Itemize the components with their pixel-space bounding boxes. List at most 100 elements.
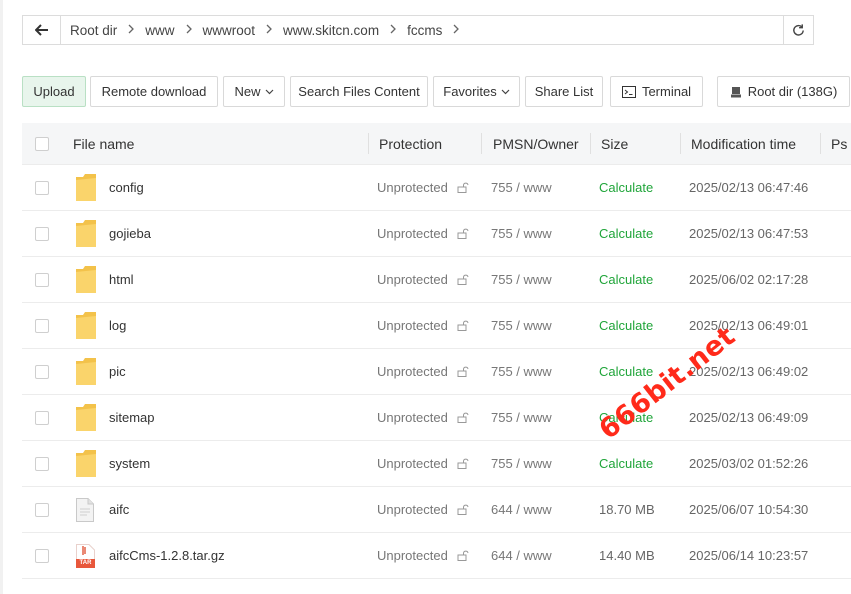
protection-status[interactable]: Unprotected (377, 180, 448, 195)
share-list-button[interactable]: Share List (525, 76, 603, 107)
permission-owner[interactable]: 755 / www (491, 410, 552, 425)
modification-time: 2025/02/13 06:49:01 (689, 318, 809, 333)
remote-download-label: Remote download (101, 84, 207, 99)
row-checkbox[interactable] (35, 318, 49, 333)
column-protection[interactable]: Protection (379, 123, 442, 164)
file-name-link[interactable]: log (109, 318, 126, 333)
column-file-name[interactable]: File name (73, 123, 134, 164)
permission-owner[interactable]: 644 / www (491, 548, 552, 563)
search-files-content-button[interactable]: Search Files Content (290, 76, 428, 107)
file-name-link[interactable]: html (109, 272, 134, 287)
file-size: 18.70 MB (599, 502, 655, 517)
protection-status[interactable]: Unprotected (377, 318, 448, 333)
row-checkbox[interactable] (35, 410, 49, 425)
file-name-link[interactable]: aifcCms-1.2.8.tar.gz (109, 548, 225, 563)
breadcrumb-item[interactable]: Root dir (67, 23, 120, 38)
terminal-icon (621, 85, 636, 98)
file-size[interactable]: Calculate (599, 226, 653, 241)
file-size[interactable]: Calculate (599, 272, 653, 287)
permission-owner[interactable]: 755 / www (491, 226, 552, 241)
file-size[interactable]: Calculate (599, 456, 653, 471)
row-checkbox[interactable] (35, 502, 49, 517)
permission-owner[interactable]: 755 / www (491, 318, 552, 333)
protection-status[interactable]: Unprotected (377, 502, 448, 517)
permission-owner[interactable]: 755 / www (491, 272, 552, 287)
remote-download-button[interactable]: Remote download (90, 76, 218, 107)
table-row[interactable]: system Unprotected 755 / www Calculate 2025/… (22, 441, 851, 487)
table-header: File name Protection PMSN/Owner Size Mod… (22, 123, 851, 165)
file-name-link[interactable]: pic (109, 364, 126, 379)
permission-owner[interactable]: 755 / www (491, 364, 552, 379)
row-checkbox[interactable] (35, 364, 49, 379)
permission-owner[interactable]: 644 / www (491, 502, 552, 517)
unlock-icon[interactable] (457, 366, 469, 377)
new-dropdown-button[interactable]: New (223, 76, 285, 107)
file-size: 14.40 MB (599, 548, 655, 563)
breadcrumb-item[interactable]: fccms (404, 23, 445, 38)
unlock-icon[interactable] (457, 412, 469, 423)
column-modification-time[interactable]: Modification time (691, 123, 796, 164)
file-name-link[interactable]: config (109, 180, 144, 195)
table-row[interactable]: aifc Unprotected 644 / www 18.70 MB 2025/06/… (22, 487, 851, 533)
breadcrumb-item[interactable]: wwwroot (200, 23, 259, 38)
unlock-icon[interactable] (457, 504, 469, 515)
breadcrumb-item[interactable]: www (142, 23, 177, 38)
folder-icon (76, 404, 96, 431)
unlock-icon[interactable] (457, 458, 469, 469)
file-size[interactable]: Calculate (599, 180, 653, 195)
column-owner-label: PMSN/Owner (493, 135, 579, 152)
root-dir-button[interactable]: Root dir (138G) (717, 76, 850, 107)
file-name-link[interactable]: sitemap (109, 410, 155, 425)
column-divider (590, 133, 591, 154)
table-row[interactable]: config Unprotected 755 / www Calculate 2025/… (22, 165, 851, 211)
table-row[interactable]: TAR aifcCms-1.2.8.tar.gz Unprotected 644 / … (22, 533, 851, 579)
column-size[interactable]: Size (601, 123, 628, 164)
column-owner[interactable]: PMSN/Owner (493, 123, 579, 164)
file-name-link[interactable]: aifc (109, 502, 129, 517)
table-row[interactable]: html Unprotected 755 / www Calculate 2025/06… (22, 257, 851, 303)
file-name-link[interactable]: system (109, 456, 150, 471)
row-checkbox[interactable] (35, 548, 49, 563)
refresh-icon (793, 23, 804, 36)
table-row[interactable]: sitemap Unprotected 755 / www Calculate 2025… (22, 395, 851, 441)
permission-owner[interactable]: 755 / www (491, 456, 552, 471)
unlock-icon[interactable] (457, 550, 469, 561)
folder-icon (76, 220, 96, 247)
protection-status[interactable]: Unprotected (377, 410, 448, 425)
breadcrumb-item[interactable]: www.skitcn.com (280, 23, 382, 38)
protection-status[interactable]: Unprotected (377, 364, 448, 379)
protection-status[interactable]: Unprotected (377, 272, 448, 287)
table-row[interactable]: pic Unprotected 755 / www Calculate 2025/02/… (22, 349, 851, 395)
column-ps-label: Ps (831, 135, 848, 152)
column-divider (680, 133, 681, 154)
refresh-button[interactable] (783, 16, 813, 44)
column-ps[interactable]: Ps (831, 123, 847, 164)
table-row[interactable]: log Unprotected 755 / www Calculate 2025/02/… (22, 303, 851, 349)
file-size[interactable]: Calculate (599, 318, 653, 333)
column-mtime-label: Modification time (691, 135, 797, 152)
unlock-icon[interactable] (457, 320, 469, 331)
permission-owner[interactable]: 755 / www (491, 180, 552, 195)
row-checkbox[interactable] (35, 180, 49, 195)
table-row[interactable]: gojieba Unprotected 755 / www Calculate 2025… (22, 211, 851, 257)
unlock-icon[interactable] (457, 274, 469, 285)
file-size[interactable]: Calculate (599, 410, 653, 425)
favorites-dropdown-button[interactable]: Favorites (433, 76, 520, 107)
select-all-checkbox[interactable] (35, 136, 49, 151)
terminal-button[interactable]: Terminal (610, 76, 703, 107)
row-checkbox[interactable] (35, 226, 49, 241)
file-size[interactable]: Calculate (599, 364, 653, 379)
upload-button[interactable]: Upload (22, 76, 86, 107)
file-name-link[interactable]: gojieba (109, 226, 151, 241)
protection-status[interactable]: Unprotected (377, 548, 448, 563)
protection-status[interactable]: Unprotected (377, 226, 448, 241)
row-checkbox[interactable] (35, 272, 49, 287)
protection-status[interactable]: Unprotected (377, 456, 448, 471)
column-divider (481, 133, 482, 154)
archive-badge-text: TAR (79, 559, 92, 566)
row-checkbox[interactable] (35, 456, 49, 471)
back-button[interactable] (23, 16, 61, 44)
unlock-icon[interactable] (457, 182, 469, 193)
unlock-icon[interactable] (457, 228, 469, 239)
share-list-label: Share List (534, 84, 594, 99)
